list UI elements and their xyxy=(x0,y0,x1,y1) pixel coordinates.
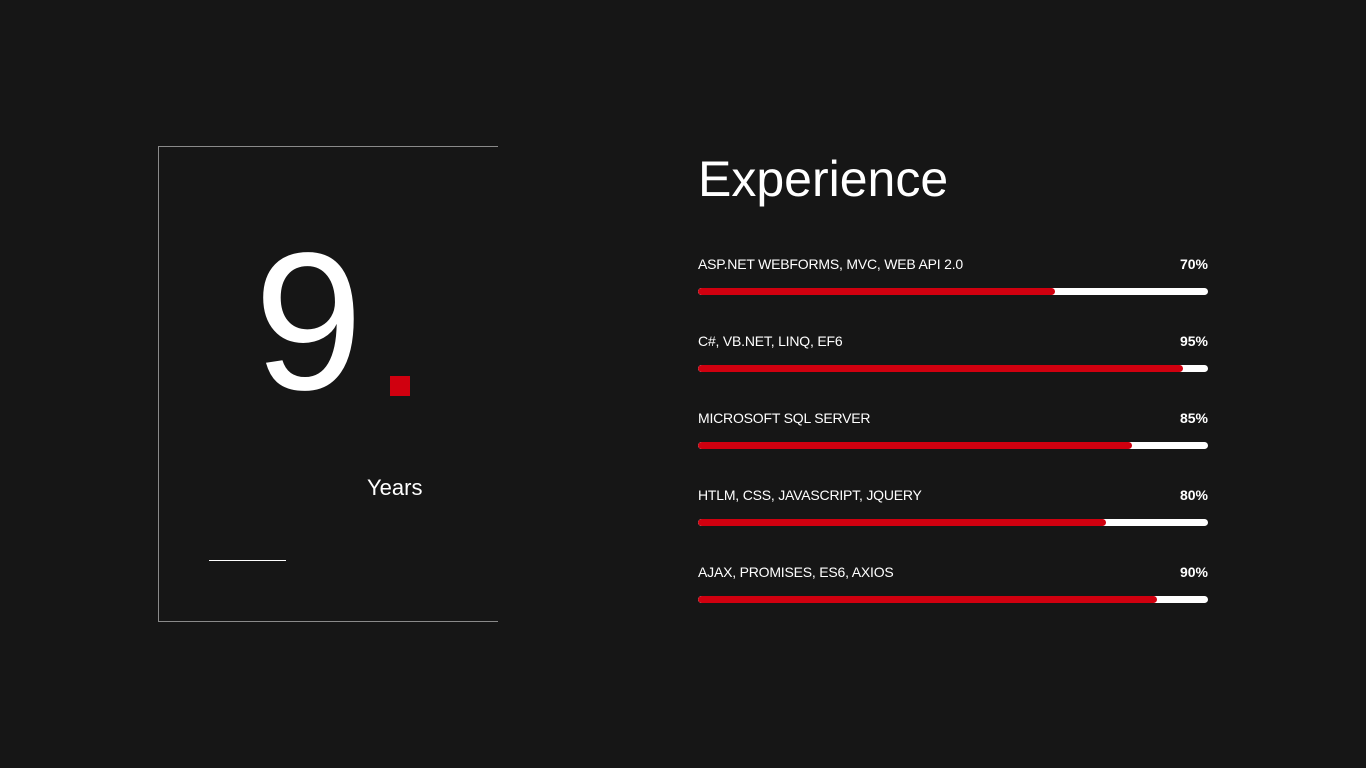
skill-item: C#, VB.NET, LINQ, EF6 95% xyxy=(698,333,1208,410)
skills-list: ASP.NET WEBFORMS, MVC, WEB API 2.0 70% C… xyxy=(698,256,1208,641)
progress-fill xyxy=(698,519,1106,526)
progress-track xyxy=(698,365,1208,372)
progress-track xyxy=(698,288,1208,295)
skill-percent: 80% xyxy=(1179,487,1208,503)
skill-percent: 95% xyxy=(1179,333,1208,349)
skill-name: AJAX, PROMISES, ES6, AXIOS xyxy=(698,564,894,580)
decorative-rule xyxy=(209,560,286,561)
years-count: 9 xyxy=(254,212,364,431)
skill-item: AJAX, PROMISES, ES6, AXIOS 90% xyxy=(698,564,1208,641)
skill-percent: 90% xyxy=(1179,564,1208,580)
progress-track xyxy=(698,519,1208,526)
skill-name: ASP.NET WEBFORMS, MVC, WEB API 2.0 xyxy=(698,256,963,272)
progress-fill xyxy=(698,596,1157,603)
progress-fill xyxy=(698,442,1132,449)
skill-item: ASP.NET WEBFORMS, MVC, WEB API 2.0 70% xyxy=(698,256,1208,333)
progress-fill xyxy=(698,365,1183,372)
section-title: Experience xyxy=(698,151,949,207)
years-label: Years xyxy=(367,475,423,500)
accent-square xyxy=(390,376,410,396)
skill-name: MICROSOFT SQL SERVER xyxy=(698,410,871,426)
skill-item: MICROSOFT SQL SERVER 85% xyxy=(698,410,1208,487)
progress-fill xyxy=(698,288,1055,295)
experience-section: 9 Years Experience ASP.NET WEBFORMS, MVC… xyxy=(0,0,1366,768)
skill-percent: 85% xyxy=(1179,410,1208,426)
skill-name: HTLM, CSS, JAVASCRIPT, JQUERY xyxy=(698,487,922,503)
progress-track xyxy=(698,442,1208,449)
skill-item: HTLM, CSS, JAVASCRIPT, JQUERY 80% xyxy=(698,487,1208,564)
skill-percent: 70% xyxy=(1179,256,1208,272)
progress-track xyxy=(698,596,1208,603)
skill-name: C#, VB.NET, LINQ, EF6 xyxy=(698,333,843,349)
